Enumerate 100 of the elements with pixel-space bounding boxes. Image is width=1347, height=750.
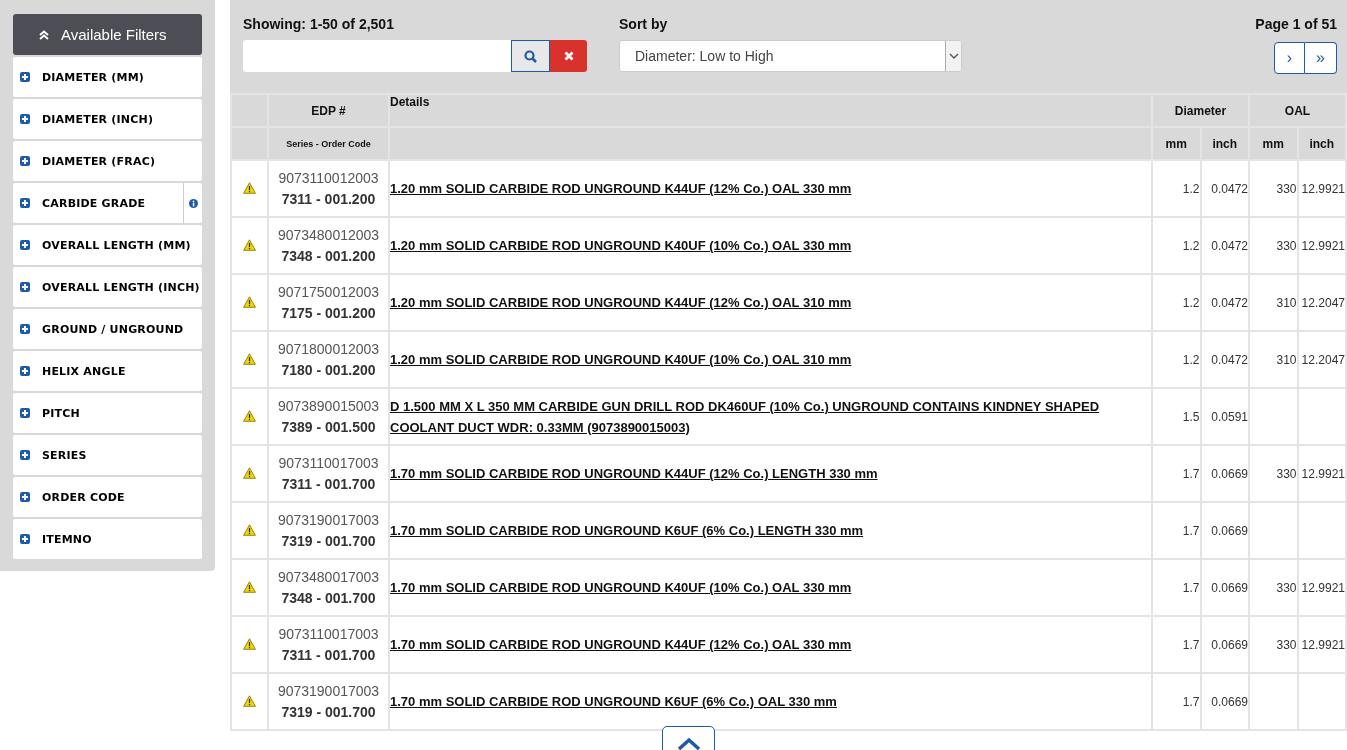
order-code: 7311 - 001.700 [280, 645, 377, 665]
filter-item[interactable]: OVERALL LENGTH (INCH) [13, 267, 202, 307]
table-cell: 0.0472 [1200, 160, 1249, 217]
table-cell: 1.2 [1152, 331, 1201, 388]
search-button[interactable] [511, 40, 550, 72]
table-cell: 1.5 [1152, 388, 1201, 445]
table-cell: 12.2047 [1297, 274, 1346, 331]
order-code: 7348 - 001.200 [280, 246, 377, 266]
filter-item[interactable]: ITEMNO [13, 519, 202, 559]
filter-item[interactable]: DIAMETER (FRAC) [13, 141, 202, 181]
column-header: OAL [1249, 94, 1346, 127]
order-code: 7319 - 001.700 [280, 702, 377, 722]
page-indicator: Page 1 of 51 [1255, 16, 1337, 34]
sort-dropdown[interactable]: Diameter: Low to High [619, 40, 962, 72]
edp-number: 9073480017003 [276, 567, 381, 587]
filters-header-button[interactable]: Available Filters [13, 14, 202, 55]
plus-icon [20, 156, 30, 166]
table-cell: 1.7 [1152, 559, 1201, 616]
edp-number: 9071750012003 [276, 282, 381, 302]
column-header: inch [1297, 127, 1346, 160]
table-cell: 0.0472 [1200, 217, 1249, 274]
results-count: Showing: 1-50 of 2,501 [243, 16, 395, 34]
search-icon [524, 49, 537, 63]
filter-item[interactable]: OVERALL LENGTH (MM) [13, 225, 202, 265]
column-header: mm [1249, 127, 1298, 160]
table-cell [1249, 502, 1298, 559]
table-cell: 0.0472 [1200, 331, 1249, 388]
edp-number: 9073190017003 [276, 681, 381, 701]
table-cell: 310 [1249, 331, 1298, 388]
close-icon [563, 51, 574, 61]
last-page-button[interactable]: » [1305, 42, 1337, 74]
order-code: 7311 - 001.200 [280, 189, 377, 209]
info-icon [188, 198, 198, 208]
filter-item[interactable]: DIAMETER (MM) [13, 57, 202, 97]
table-cell: 1.7 [1152, 616, 1201, 673]
table-cell: 1.7 [1152, 502, 1201, 559]
table-cell: 12.9921 [1297, 160, 1346, 217]
table-cell [1297, 673, 1346, 730]
edp-number: 9073110017003 [277, 453, 380, 473]
plus-icon [20, 324, 30, 334]
plus-icon [20, 240, 30, 250]
table-cell: 0.0669 [1200, 502, 1249, 559]
next-page-button[interactable]: › [1274, 42, 1305, 74]
table-cell [1249, 388, 1298, 445]
order-code: 7319 - 001.700 [280, 531, 377, 551]
table-cell: 0.0669 [1200, 559, 1249, 616]
plus-icon [20, 366, 30, 376]
table-cell: 330 [1249, 559, 1298, 616]
filter-item[interactable]: PITCH [13, 393, 202, 433]
order-code: 7180 - 001.200 [280, 360, 377, 380]
order-code: 7389 - 001.500 [280, 417, 377, 437]
collapse-icon [39, 29, 49, 40]
plus-icon [20, 198, 30, 208]
plus-icon [20, 492, 30, 502]
plus-icon [20, 114, 30, 124]
table-cell: 0.0669 [1200, 673, 1249, 730]
table-cell [1297, 502, 1346, 559]
chevron-up-icon [676, 737, 701, 750]
table-cell: 0.0591 [1200, 388, 1249, 445]
table-cell: 12.9921 [1297, 559, 1346, 616]
caret-icon [948, 53, 959, 59]
table-cell: 12.9921 [1297, 217, 1346, 274]
column-header: Details [389, 94, 1152, 127]
table-cell: 330 [1249, 217, 1298, 274]
plus-icon [20, 282, 30, 292]
table-cell: 1.2 [1152, 160, 1201, 217]
table-cell: 12.9921 [1297, 616, 1346, 673]
column-header: Diameter [1152, 94, 1249, 127]
clear-button[interactable] [550, 40, 587, 72]
order-code: 7175 - 001.200 [280, 303, 377, 323]
column-header: EDP # [268, 94, 389, 127]
table-cell: 1.2 [1152, 274, 1201, 331]
filter-item[interactable]: ORDER CODE [13, 477, 202, 517]
table-cell: 330 [1249, 160, 1298, 217]
filter-item[interactable]: GROUND / UNGROUND [13, 309, 202, 349]
edp-number: 9073110017003 [277, 624, 380, 644]
plus-icon [20, 534, 30, 544]
edp-number: 9073110012003 [277, 168, 380, 188]
plus-icon [20, 72, 30, 82]
edp-number: 9073890015003 [276, 396, 381, 416]
edp-number: 9073480012003 [276, 225, 381, 245]
info-button[interactable] [183, 183, 202, 223]
order-code: 7348 - 001.700 [280, 588, 377, 608]
search-field[interactable] [243, 40, 511, 72]
table-cell: 310 [1249, 274, 1298, 331]
filter-item[interactable]: DIAMETER (INCH) [13, 99, 202, 139]
table-cell: 1.2 [1152, 217, 1201, 274]
table-cell [1249, 673, 1298, 730]
table-cell: 330 [1249, 445, 1298, 502]
filter-item[interactable]: SERIES [13, 435, 202, 475]
table-cell: 1.7 [1152, 673, 1201, 730]
table-cell: 12.9921 [1297, 445, 1346, 502]
plus-icon [20, 408, 30, 418]
column-header: mm [1152, 127, 1201, 160]
table-cell: 12.2047 [1297, 331, 1346, 388]
edp-number: 9071800012003 [276, 339, 381, 359]
table-cell: 0.0669 [1200, 445, 1249, 502]
filter-item[interactable]: HELIX ANGLE [13, 351, 202, 391]
sort-label: Sort by [619, 16, 669, 34]
table-cell: 0.0472 [1200, 274, 1249, 331]
